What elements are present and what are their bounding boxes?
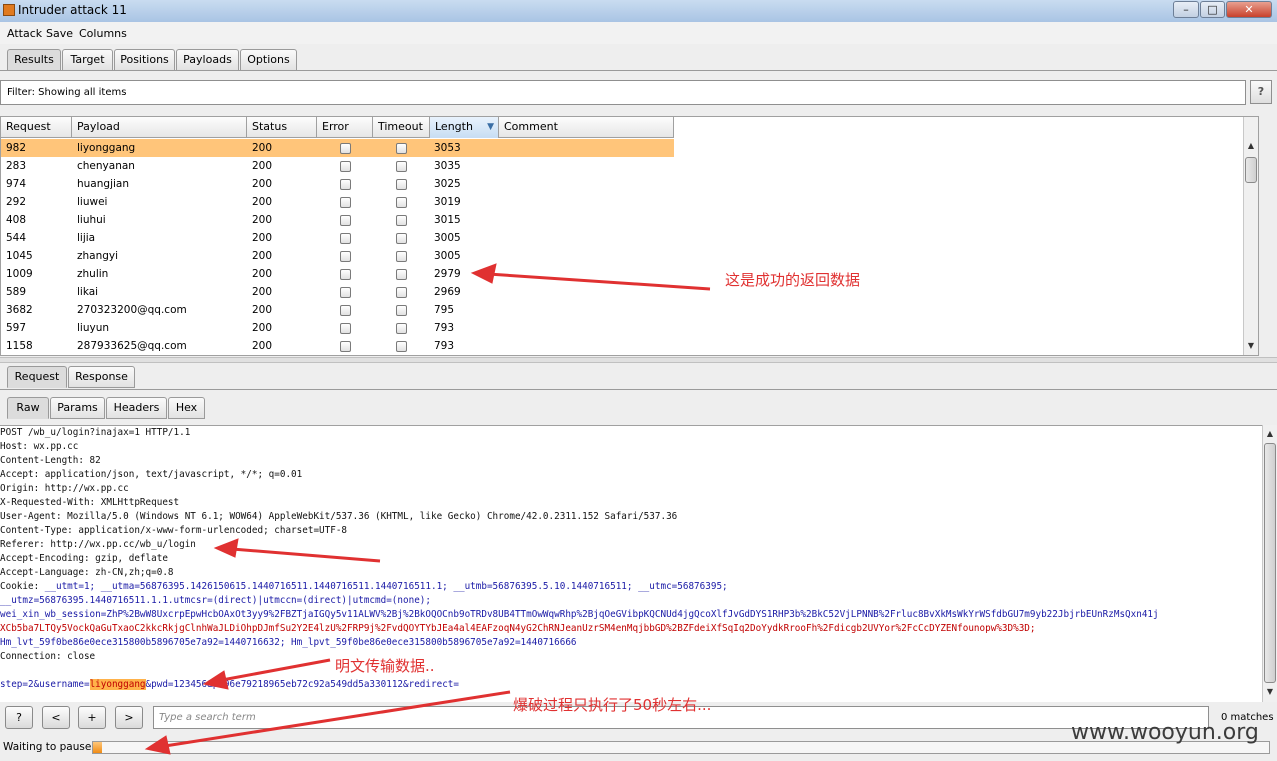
annotation-arrowhead <box>470 263 497 284</box>
annotation-arrow <box>487 272 711 291</box>
annotation-arrows <box>144 263 711 755</box>
annotation-duration: 爆破过程只执行了50秒左右... <box>513 696 712 714</box>
annotation-arrowhead <box>144 735 171 755</box>
annotation-arrowhead <box>202 670 229 690</box>
annotation-plaintext: 明文传输数据.. <box>335 657 435 675</box>
watermark: www.wooyun.org <box>1071 720 1259 745</box>
annotation-arrowhead <box>213 538 239 558</box>
intruder-window: Intruder attack 11 – □ ✕ Attack Save Col… <box>0 0 1277 761</box>
annotation-arrow <box>231 547 381 563</box>
annotation-success-data: 这是成功的返回数据 <box>725 271 861 289</box>
annotation-arrow <box>221 658 331 682</box>
annotation-arrow <box>164 690 511 748</box>
